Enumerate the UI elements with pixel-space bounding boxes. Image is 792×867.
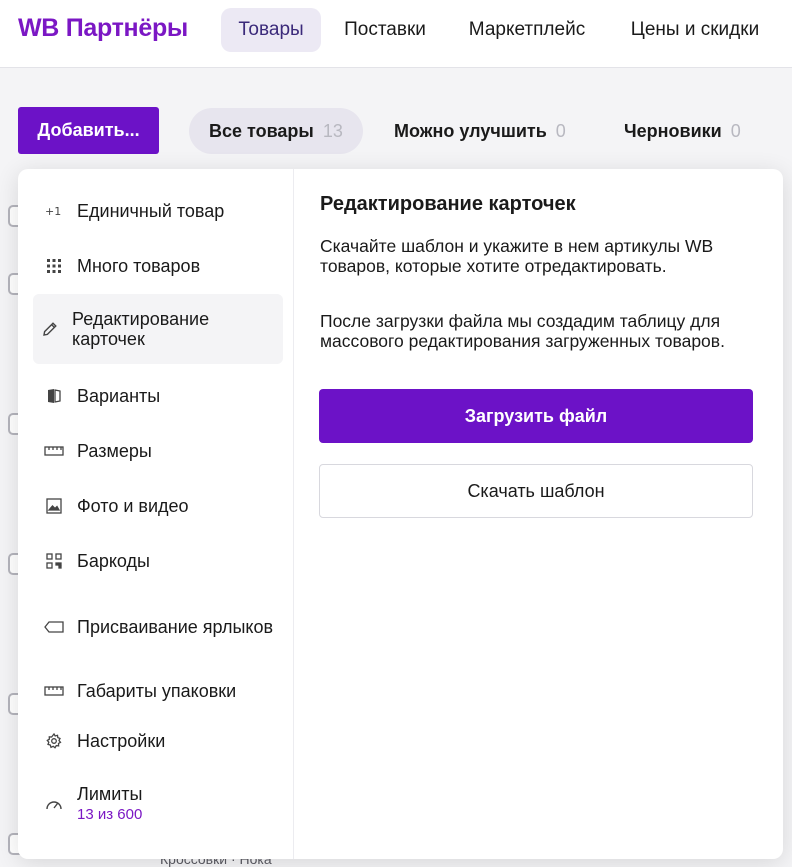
menu-item-sizes[interactable]: Размеры bbox=[33, 437, 283, 465]
ruler-icon bbox=[41, 441, 67, 461]
filter-label: Все товары bbox=[209, 120, 314, 141]
grid-icon bbox=[41, 256, 67, 276]
menu-item-label: Единичный товар bbox=[77, 201, 225, 221]
nav-tab-prices-discounts[interactable]: Цены и скидки bbox=[614, 8, 776, 52]
filter-label: Можно улучшить bbox=[394, 120, 547, 141]
menu-item-label: Присваивание ярлыков bbox=[77, 617, 274, 637]
menu-item-label: Много товаров bbox=[77, 256, 201, 276]
image-icon bbox=[41, 496, 67, 516]
filter-count: 0 bbox=[555, 120, 566, 141]
menu-item-label: Настройки bbox=[77, 731, 166, 751]
gear-icon bbox=[41, 731, 67, 751]
nav-tab-supplies[interactable]: Поставки bbox=[331, 8, 439, 52]
top-header: WB Партнёры Товары Поставки Маркетплейс … bbox=[0, 0, 792, 68]
menu-item-limits[interactable]: Лимиты 13 из 600 bbox=[33, 779, 283, 829]
menu-item-label: Фото и видео bbox=[77, 496, 189, 516]
download-template-button[interactable]: Скачать шаблон bbox=[319, 464, 753, 518]
detail-description: Скачайте шаблон и укажите в нем артикулы… bbox=[320, 236, 714, 276]
variants-icon bbox=[41, 386, 67, 406]
menu-item-label: Варианты bbox=[77, 386, 161, 406]
filter-all-products[interactable]: Все товары 13 bbox=[189, 108, 363, 154]
menu-item-barcodes[interactable]: Баркоды bbox=[33, 547, 283, 575]
nav-tab-products[interactable]: Товары bbox=[221, 8, 321, 52]
detail-description: После загрузки файла мы создадим таблицу… bbox=[320, 311, 725, 351]
menu-item-package-dimensions[interactable]: Габариты упаковки bbox=[33, 677, 283, 705]
nav-tab-marketplace[interactable]: Маркетплейс bbox=[454, 8, 600, 52]
menu-item-edit-cards[interactable]: Редактирование карточек bbox=[33, 294, 283, 364]
menu-item-label: Габариты упаковки bbox=[77, 681, 237, 701]
menu-item-label: Лимиты bbox=[77, 784, 143, 804]
qr-code-icon bbox=[41, 551, 67, 571]
gauge-icon bbox=[41, 794, 67, 814]
menu-item-label: Редактирование карточек bbox=[72, 309, 210, 349]
menu-item-photo-video[interactable]: Фото и видео bbox=[33, 492, 283, 520]
ruler-icon bbox=[41, 681, 67, 701]
filter-count: 13 bbox=[322, 120, 343, 141]
menu-item-label: Размеры bbox=[77, 441, 152, 461]
add-button[interactable]: Добавить... bbox=[18, 107, 159, 154]
limits-counter: 13 из 600 bbox=[77, 806, 143, 823]
pencil-icon bbox=[37, 319, 63, 339]
filter-can-improve[interactable]: Можно улучшить 0 bbox=[394, 108, 566, 154]
menu-item-single-product[interactable]: +1 Единичный товар bbox=[33, 197, 283, 225]
menu-item-assign-tags[interactable]: Присваивание ярлыков bbox=[33, 602, 283, 652]
filter-label: Черновики bbox=[624, 120, 722, 141]
tag-icon bbox=[41, 617, 67, 637]
menu-item-variants[interactable]: Варианты bbox=[33, 382, 283, 410]
menu-item-label: Баркоды bbox=[77, 551, 150, 571]
menu-item-settings[interactable]: Настройки bbox=[33, 727, 283, 755]
wb-partners-logo[interactable]: WB Партнёры bbox=[18, 14, 188, 43]
detail-title: Редактирование карточек bbox=[320, 193, 576, 215]
filter-count: 0 bbox=[730, 120, 741, 141]
svg-text:+1: +1 bbox=[45, 205, 61, 218]
menu-item-many-products[interactable]: Много товаров bbox=[33, 252, 283, 280]
filter-drafts[interactable]: Черновики 0 bbox=[624, 108, 741, 154]
upload-file-button[interactable]: Загрузить файл bbox=[319, 389, 753, 443]
plus-one-icon: +1 bbox=[41, 201, 67, 221]
add-dropdown-panel: +1 Единичный товар Много товаров Редакти… bbox=[18, 169, 783, 859]
add-options-menu: +1 Единичный товар Много товаров Редакти… bbox=[18, 169, 294, 859]
